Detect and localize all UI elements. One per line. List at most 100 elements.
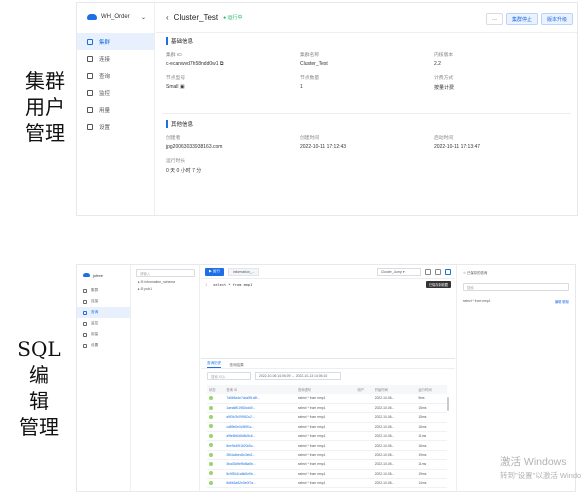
status-cell bbox=[207, 431, 225, 442]
table-row[interactable]: 3ba03d9ef8d6a5b... select * from emp1 2022… bbox=[207, 459, 447, 470]
table-cell bbox=[355, 450, 373, 461]
sidebar-item-connection[interactable]: 连接 bbox=[77, 50, 154, 67]
table-cell bbox=[355, 422, 373, 433]
run-button[interactable]: ▶ 运行 bbox=[205, 267, 224, 276]
table-cell: 16ms bbox=[416, 422, 447, 433]
table-row[interactable]: 8c9f30d1a8d0e9b... select * from emp1 2022… bbox=[207, 469, 447, 480]
query-history-panel: 查询历史 查询结果 搜索 SQL 2022-10-06 14:06:09 → 2… bbox=[201, 358, 455, 491]
field-value: c-ecanwvd7h58ndd0w1 ⧉ bbox=[166, 61, 224, 67]
date-range-picker[interactable]: 2022-10-06 14:06:09 → 2022-10-13 14:06:1… bbox=[255, 372, 341, 380]
sidebar-item-cluster[interactable]: 集群 bbox=[77, 33, 154, 50]
field-cluster-id: 集群 ID c-ecanwvd7h58ndd0w1 ⧉ bbox=[166, 51, 300, 67]
tab-query-history[interactable]: 查询历史 bbox=[207, 361, 222, 368]
more-button[interactable]: … bbox=[485, 13, 503, 25]
caption-line: 辑 bbox=[29, 389, 49, 413]
table-cell: 1aea6f01980cdd0... bbox=[224, 403, 296, 414]
table-cell bbox=[355, 469, 373, 480]
sidebar-item-connection[interactable]: 连接 bbox=[77, 296, 130, 307]
table-cell: 11ms bbox=[416, 431, 447, 442]
table-row[interactable]: a9f3b7b099f10c2... select * from emp1 2022… bbox=[207, 412, 447, 423]
column-header: 开始时间 bbox=[372, 385, 417, 394]
page-header: ‹ Cluster_Test ● 运行中 … 集群停止 版本升级 bbox=[156, 3, 577, 33]
sidebar-item-query[interactable]: 查询 bbox=[77, 67, 154, 84]
caption-cluster-user-mgmt: 集群 用户 管理 bbox=[18, 68, 72, 146]
back-arrow-icon[interactable]: ‹ bbox=[166, 13, 169, 22]
field-cluster-name: 集群名称 Cluster_Test bbox=[300, 51, 434, 67]
save-icon[interactable] bbox=[435, 268, 441, 275]
success-dot-icon bbox=[209, 414, 213, 419]
table-cell: 2022-10-06... bbox=[372, 403, 417, 414]
tooltip: 已保存到收藏 bbox=[425, 281, 451, 288]
status-cell bbox=[207, 478, 225, 489]
history-table: 状态 查询 ID 查询语句 用户 开始时间 运行时间 7d6b5a4e7cba9… bbox=[207, 385, 447, 489]
saved-queries-title: ☆ 已保存的查询 bbox=[463, 270, 488, 275]
tree-node-schema[interactable]: ▸ ⊟ pub1 bbox=[132, 287, 199, 291]
table-cell: select * from emp1 bbox=[295, 422, 356, 433]
field-value: 2.2 bbox=[434, 61, 441, 67]
success-dot-icon bbox=[209, 452, 213, 457]
tree-search-input[interactable]: 请输入 bbox=[136, 269, 195, 277]
field-label: 创建时间 bbox=[300, 136, 320, 141]
gear-icon bbox=[87, 123, 93, 130]
sidebar-item-monitor[interactable]: 监控 bbox=[77, 84, 154, 101]
success-dot-icon bbox=[209, 433, 213, 438]
saved-query-text: select * from emp1 bbox=[463, 299, 491, 303]
basic-info-section: 基础信息 集群 ID c-ecanwvd7h58ndd0w1 ⧉ 集群名称 Clus… bbox=[166, 37, 569, 91]
sidebar-item-cluster[interactable]: 集群 bbox=[77, 285, 130, 296]
format-icon[interactable] bbox=[425, 268, 431, 275]
tab-query[interactable]: information_... bbox=[227, 267, 260, 276]
sidebar-item-usage[interactable]: 用量 bbox=[77, 329, 130, 340]
cloud-logo-icon bbox=[87, 14, 97, 20]
favorite-icon[interactable] bbox=[445, 268, 451, 275]
table-row[interactable]: 8d6b3a52e0e0f7a... select * from emp1 2022… bbox=[207, 478, 447, 489]
field-kernel-version: 内核版本 2.2 bbox=[434, 51, 568, 67]
link-icon bbox=[83, 299, 87, 304]
sidebar-item-usage[interactable]: 用量 bbox=[77, 101, 154, 118]
sidebar-item-label: 连接 bbox=[99, 56, 111, 63]
table-row[interactable]: 1aea6f01980cdd0... select * from emp1 2022… bbox=[207, 403, 447, 414]
chevron-down-icon: ⌄ bbox=[140, 14, 146, 21]
table-cell: 15ms bbox=[416, 403, 447, 414]
field-value: 2022-10-11 17:12:43 bbox=[300, 144, 347, 150]
saved-query-item[interactable]: select * from emp1 编辑 删除 bbox=[463, 299, 569, 304]
stop-cluster-button[interactable]: 集群停止 bbox=[505, 13, 538, 25]
workspace-switcher[interactable]: WH_Order ⌄ bbox=[77, 3, 154, 31]
field-value: 0 天 0 小时 7 分 bbox=[166, 168, 202, 174]
status-badge: ● 运行中 bbox=[223, 15, 243, 21]
line-number: 1 bbox=[205, 283, 208, 287]
table-row[interactable]: cd89b0e0c9f0f1c... select * from emp1 2022… bbox=[207, 422, 447, 433]
table-row[interactable]: 8ee9e4f51620c5c... select * from emp1 2022… bbox=[207, 440, 447, 451]
field-uptime: 运行时长 0 天 0 小时 7 分 bbox=[166, 157, 300, 174]
sidebar-item-query[interactable]: 查询 bbox=[77, 307, 130, 318]
sidebar-item-settings[interactable]: 设置 bbox=[77, 118, 154, 135]
scrollbar[interactable] bbox=[447, 397, 449, 411]
table-header: 状态 查询 ID 查询语句 用户 开始时间 运行时间 bbox=[207, 385, 447, 394]
field-label: 计费方式 bbox=[434, 76, 454, 81]
table-cell bbox=[355, 403, 373, 414]
code-editor[interactable]: 1 select * from emp1 bbox=[205, 283, 252, 287]
sidebar-item-monitor[interactable]: 监控 bbox=[77, 318, 130, 329]
saved-search-input[interactable]: 搜索 bbox=[463, 283, 569, 291]
divider bbox=[162, 113, 571, 114]
schema-tree-panel: 请输入 ▸ ⊟ information_schema ▸ ⊟ pub1 bbox=[132, 265, 200, 491]
sidebar-item-settings[interactable]: 设置 bbox=[77, 340, 130, 351]
column-header: 查询语句 bbox=[295, 385, 356, 394]
table-cell: select * from emp1 bbox=[295, 478, 356, 489]
workspace-switcher[interactable]: jofree bbox=[77, 265, 130, 285]
tree-node-schema[interactable]: ▸ ⊟ information_schema bbox=[132, 280, 199, 284]
saved-query-actions[interactable]: 编辑 删除 bbox=[555, 299, 569, 304]
document-icon bbox=[83, 310, 87, 315]
success-dot-icon bbox=[209, 405, 213, 410]
table-cell: 8c9f30d1a8d0e9b... bbox=[224, 469, 296, 480]
table-row[interactable]: 7d6b5a4e7cba9f1c8f... select * from emp1 2… bbox=[207, 394, 447, 404]
upgrade-version-button[interactable]: 版本升级 bbox=[540, 13, 573, 25]
table-cell: select * from emp1 bbox=[295, 403, 356, 414]
history-search-input[interactable]: 搜索 SQL bbox=[207, 372, 251, 380]
table-cell: a9fe8b0d8d8c9c6... bbox=[224, 431, 296, 442]
cluster-select[interactable]: Cluster_Jump ▾ bbox=[377, 267, 421, 276]
column-header: 运行时间 bbox=[416, 385, 447, 394]
table-row[interactable]: a9fe8b0d8d8c9c6... select * from emp1 2022… bbox=[207, 431, 447, 442]
tab-query-results[interactable]: 查询结果 bbox=[229, 363, 243, 368]
table-cell bbox=[355, 440, 373, 451]
table-row[interactable]: 2f64cdbec5c3eb2... select * from emp1 2022… bbox=[207, 450, 447, 461]
